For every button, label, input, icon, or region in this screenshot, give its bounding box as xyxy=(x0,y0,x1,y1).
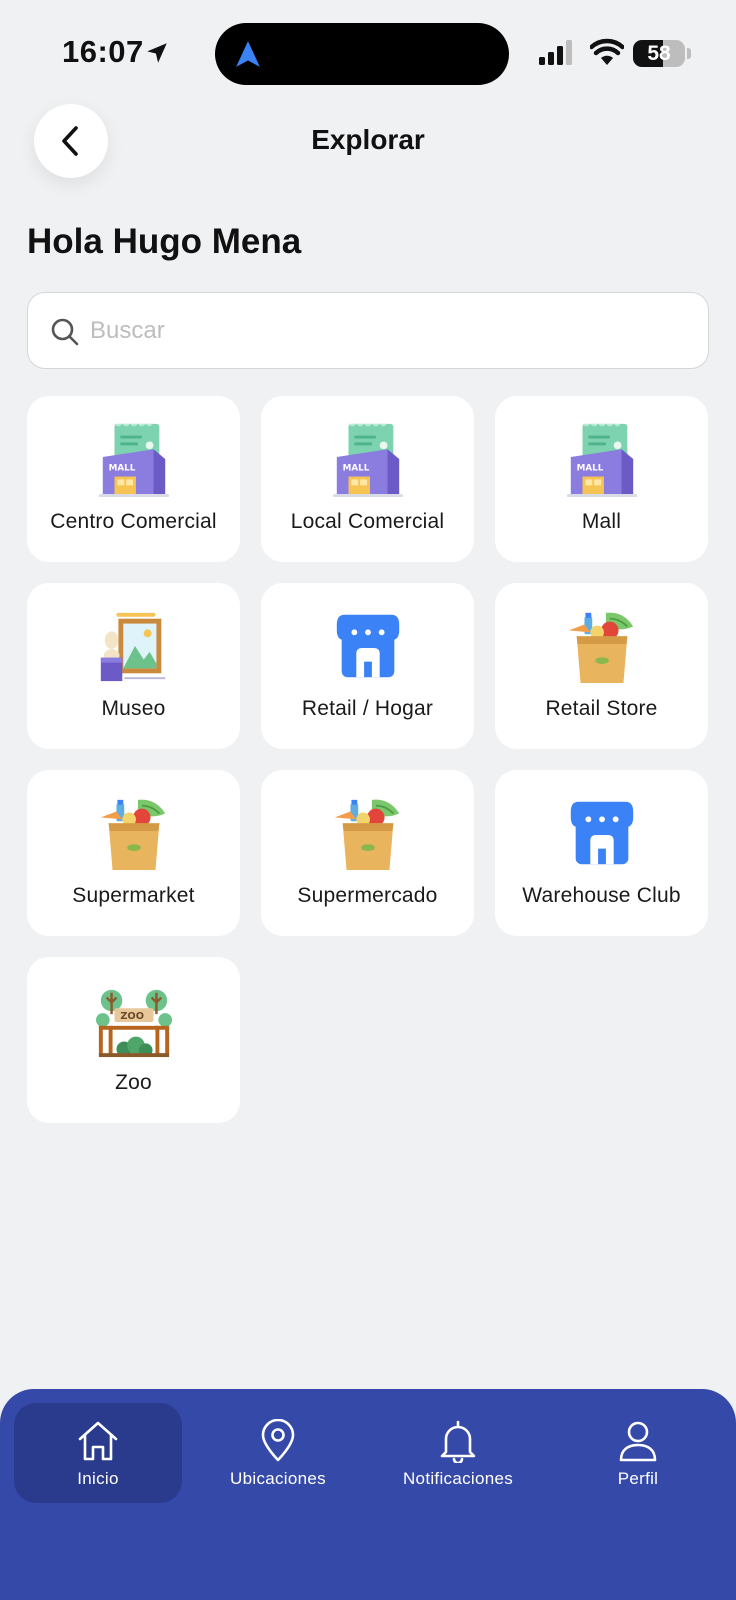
grocery-bag-icon xyxy=(100,799,165,871)
nav-item-notificaciones[interactable]: Notificaciones xyxy=(374,1403,542,1503)
dynamic-island xyxy=(215,23,509,85)
wifi-icon xyxy=(590,38,624,65)
category-card-supermercado[interactable]: Supermercado xyxy=(261,770,474,936)
category-label: Supermarket xyxy=(72,884,195,907)
mall-icon: MALL xyxy=(332,423,403,498)
category-label: Retail / Hogar xyxy=(301,697,434,720)
museum-icon xyxy=(100,612,165,682)
page-title: Explorar xyxy=(311,124,425,155)
category-card-mall[interactable]: MALL Mall xyxy=(495,396,708,562)
home-icon xyxy=(78,1421,118,1461)
category-label: Retail Store xyxy=(545,697,658,720)
category-label: Mall xyxy=(581,510,622,533)
nav-label: Perfil xyxy=(617,1469,659,1488)
category-card-retail-store[interactable]: Retail Store xyxy=(495,583,708,749)
store-icon xyxy=(570,801,633,865)
navigation-arrow-icon xyxy=(236,41,260,67)
category-label: Local Comercial xyxy=(290,510,445,533)
category-label: Supermercado xyxy=(297,884,438,907)
status-bar: 16:07 58 xyxy=(0,0,736,100)
location-pin-icon xyxy=(261,1419,295,1462)
category-card-retail-hogar[interactable]: Retail / Hogar xyxy=(261,583,474,749)
search-icon xyxy=(51,318,79,346)
store-icon xyxy=(336,614,399,678)
nav-label: Notificaciones xyxy=(402,1469,514,1488)
nav-item-ubicaciones[interactable]: Ubicaciones xyxy=(194,1403,362,1503)
battery-percentage: 58 xyxy=(647,42,671,65)
nav-item-inicio[interactable]: Inicio xyxy=(14,1403,182,1503)
zoo-icon: ZOO xyxy=(95,989,172,1058)
svg-text:MALL: MALL xyxy=(576,464,603,474)
category-card-museo[interactable]: Museo xyxy=(27,583,240,749)
category-label: Centro Comercial xyxy=(50,510,217,533)
category-label: Museo xyxy=(101,697,166,720)
search-box[interactable] xyxy=(27,292,709,369)
battery-icon: 58 xyxy=(633,40,685,67)
category-card-warehouse-club[interactable]: Warehouse Club xyxy=(495,770,708,936)
greeting-heading: Hola Hugo Mena xyxy=(27,222,302,261)
nav-item-perfil[interactable]: Perfil xyxy=(554,1403,722,1503)
category-label: Zoo xyxy=(115,1071,152,1094)
category-card-centro-comercial[interactable]: MALL Centro Comercial xyxy=(27,396,240,562)
bottom-navigation: Inicio Ubicaciones Notificaciones Perfil xyxy=(0,1389,736,1600)
grocery-bag-icon xyxy=(568,612,633,684)
svg-text:MALL: MALL xyxy=(342,464,369,474)
svg-text:ZOO: ZOO xyxy=(120,1011,144,1022)
mall-icon: MALL xyxy=(566,423,637,498)
category-card-zoo[interactable]: ZOO Zoo xyxy=(27,957,240,1123)
status-time: 16:07 xyxy=(62,34,144,69)
user-icon xyxy=(619,1421,657,1462)
location-arrow-icon xyxy=(147,43,167,63)
mall-icon: MALL xyxy=(98,423,169,498)
cellular-signal-icon xyxy=(539,40,572,65)
category-card-local-comercial[interactable]: MALL Local Comercial xyxy=(261,396,474,562)
bell-icon xyxy=(440,1420,476,1463)
category-grid: MALL Centro Comercial MALL Local Comerci… xyxy=(27,396,709,1123)
svg-text:MALL: MALL xyxy=(108,464,135,474)
nav-label: Ubicaciones xyxy=(230,1469,326,1488)
category-label: Warehouse Club xyxy=(522,884,681,907)
grocery-bag-icon xyxy=(334,799,399,871)
search-input[interactable] xyxy=(90,307,680,355)
category-card-supermarket[interactable]: Supermarket xyxy=(27,770,240,936)
battery-cap xyxy=(687,48,691,59)
nav-label: Inicio xyxy=(77,1469,119,1488)
